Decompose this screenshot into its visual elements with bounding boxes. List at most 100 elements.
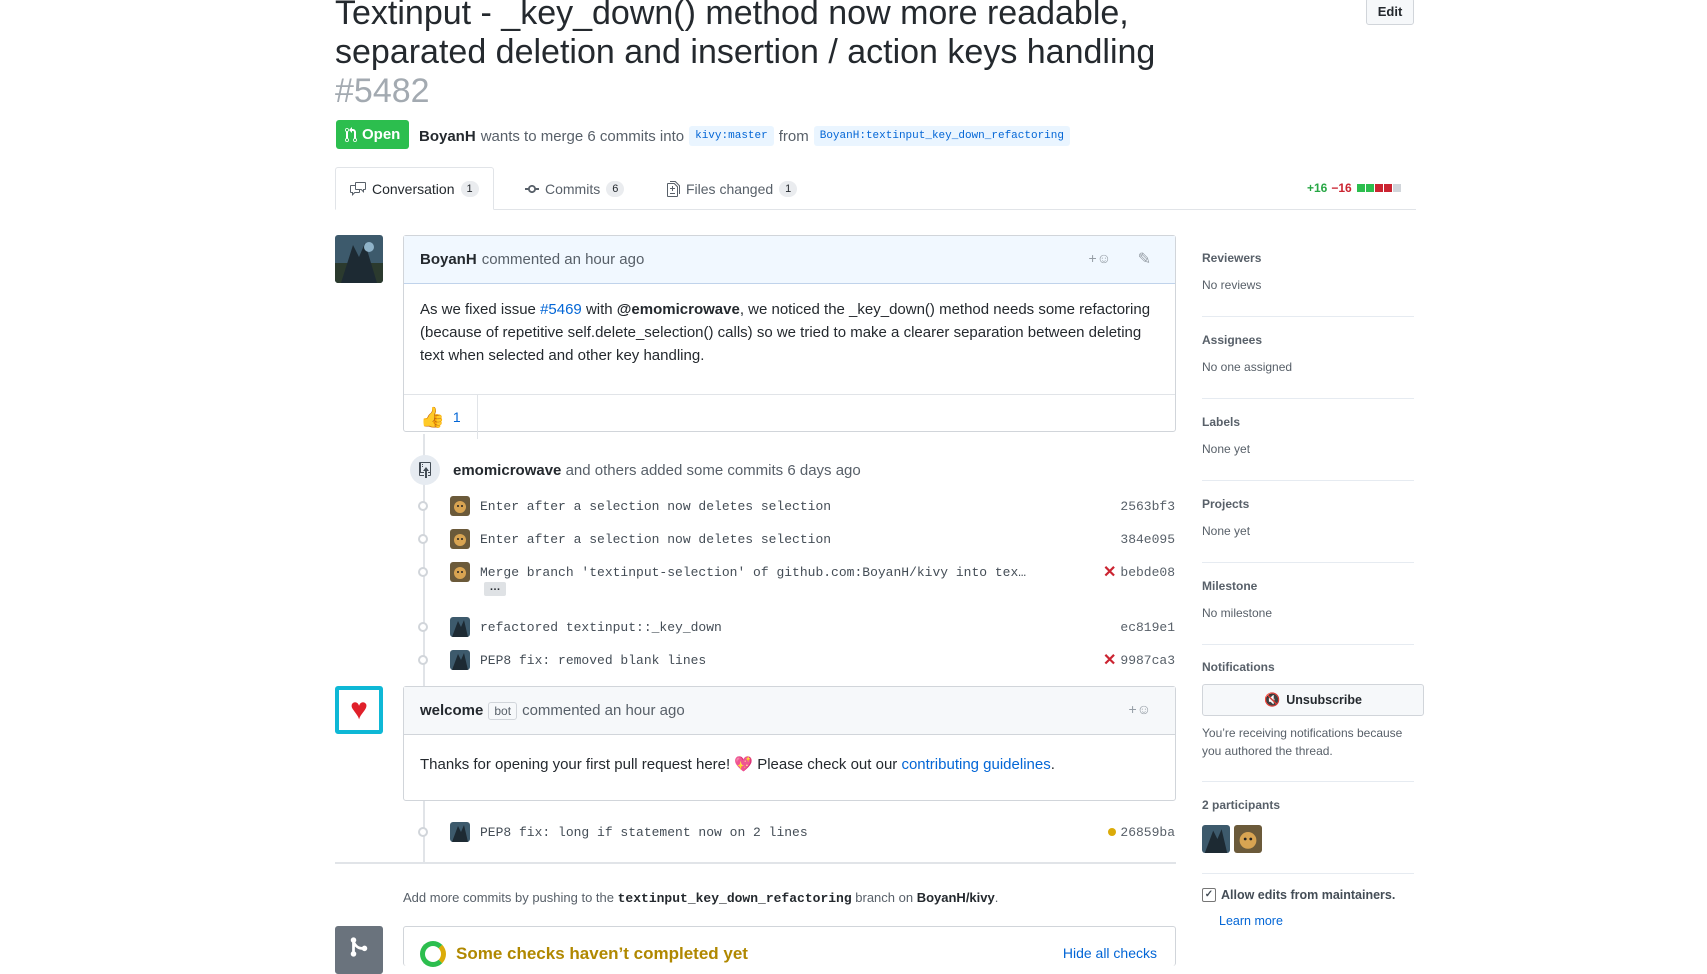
commit-sha[interactable]: ✕ bebde08 xyxy=(1103,562,1175,582)
add-reaction-icon[interactable]: +☺ xyxy=(1129,701,1151,717)
avatar-boyanh[interactable] xyxy=(1202,825,1230,853)
comment-body: Thanks for opening your first pull reque… xyxy=(404,735,1175,790)
comment-text: with xyxy=(581,301,617,318)
tab-commits[interactable]: Commits 6 xyxy=(511,167,638,210)
contributing-guidelines-link[interactable]: contributing guidelines xyxy=(901,756,1050,773)
commit-message[interactable]: PEP8 fix: long if statement now on 2 lin… xyxy=(480,825,808,840)
notifications-reason: You’re receiving notifications because y… xyxy=(1202,726,1403,758)
edit-button[interactable]: Edit xyxy=(1366,0,1414,25)
base-ref[interactable]: kivy:master xyxy=(689,126,774,146)
comment-discussion-icon xyxy=(350,181,366,196)
avatar-boyanh[interactable] xyxy=(450,822,470,842)
comment-text: . xyxy=(1050,756,1055,773)
comment-text: As we fixed issue xyxy=(420,301,541,318)
tab-counter: 1 xyxy=(779,180,798,197)
avatar-boyanh[interactable] xyxy=(335,235,383,283)
commit-dot-icon xyxy=(418,567,428,577)
sidebar-participants: 2 participants xyxy=(1202,798,1414,874)
expand-commit-message-button[interactable]: … xyxy=(484,582,506,596)
tab-conversation[interactable]: Conversation 1 xyxy=(335,167,494,210)
hide-all-checks-link[interactable]: Hide all checks xyxy=(1063,945,1157,961)
sha-text[interactable]: 26859ba xyxy=(1120,825,1175,840)
pending-status-icon[interactable] xyxy=(1108,828,1117,836)
avatar-doge[interactable] xyxy=(450,562,470,582)
sidebar-labels: Labels None yet xyxy=(1202,415,1414,481)
reaction-thumbsup[interactable]: 👍 1 xyxy=(404,395,478,439)
sidebar-notifications: Notifications 🔇 Unsubscribe You’re recei… xyxy=(1202,660,1424,782)
tab-files-changed[interactable]: Files changed 1 xyxy=(653,167,811,210)
from-text: from xyxy=(778,127,809,145)
assignees-value: No one assigned xyxy=(1202,360,1293,374)
sidebar-milestone: Milestone No milestone xyxy=(1202,579,1414,645)
commit-sha[interactable]: 26859ba xyxy=(1108,825,1175,840)
sha-text[interactable]: bebde08 xyxy=(1120,565,1175,580)
sha-text[interactable]: 384e095 xyxy=(1120,532,1175,547)
commit-sha[interactable]: ec819e1 xyxy=(1120,620,1175,635)
commit-group-header: emomicrowave and others added some commi… xyxy=(453,462,861,479)
commit-row: Enter after a selection now deletes sele… xyxy=(415,492,1175,520)
sparkling-heart-icon: 💖 xyxy=(734,756,754,773)
commit-message[interactable]: Enter after a selection now deletes sele… xyxy=(480,532,831,547)
comment-body: As we fixed issue #5469 with @emomicrowa… xyxy=(404,284,1175,394)
comment-timestamp[interactable]: commented an hour ago xyxy=(522,702,685,719)
avatar-welcome-bot[interactable]: ♥ xyxy=(335,686,383,734)
repo-push-icon xyxy=(410,455,440,485)
unsubscribe-button[interactable]: 🔇 Unsubscribe xyxy=(1202,684,1424,716)
git-merge-icon xyxy=(335,926,383,974)
allow-edits-row: ✓ Allow edits from maintainers. xyxy=(1202,888,1395,902)
avatar-doge[interactable] xyxy=(450,529,470,549)
pr-author-link[interactable]: BoyanH xyxy=(419,128,476,145)
reaction-count: 1 xyxy=(452,409,461,425)
sha-text[interactable]: 9987ca3 xyxy=(1120,653,1175,668)
commit-sha[interactable]: 2563bf3 xyxy=(1120,499,1175,514)
avatar-boyanh[interactable] xyxy=(450,617,470,637)
notifications-heading: Notifications xyxy=(1202,660,1275,674)
avatar-doge[interactable] xyxy=(450,496,470,516)
reviewers-heading[interactable]: Reviewers xyxy=(1202,251,1414,265)
user-mention[interactable]: @emomicrowave xyxy=(617,301,740,318)
tab-counter: 1 xyxy=(460,180,479,197)
repo-link[interactable]: BoyanH/kivy xyxy=(917,890,995,905)
comment-author[interactable]: welcome xyxy=(420,702,483,719)
hint-text: . xyxy=(994,890,999,905)
branch-name: textinput_key_down_refactoring xyxy=(617,891,852,906)
labels-heading[interactable]: Labels xyxy=(1202,415,1414,429)
unsubscribe-label: Unsubscribe xyxy=(1286,693,1362,707)
avatar-emomicrowave[interactable] xyxy=(1234,825,1262,853)
commit-sha[interactable]: ✕ 9987ca3 xyxy=(1103,650,1175,670)
commit-message[interactable]: PEP8 fix: removed blank lines xyxy=(480,653,706,668)
sha-text[interactable]: 2563bf3 xyxy=(1120,499,1175,514)
head-ref[interactable]: BoyanH:textinput_key_down_refactoring xyxy=(813,126,1070,146)
sha-text[interactable]: ec819e1 xyxy=(1120,620,1175,635)
comment-timestamp[interactable]: commented an hour ago xyxy=(482,251,645,268)
commit-message[interactable]: refactored textinput::_key_down xyxy=(480,620,722,635)
sidebar-projects: Projects None yet xyxy=(1202,497,1414,563)
comment-author[interactable]: BoyanH xyxy=(420,251,477,268)
git-pull-request-icon xyxy=(345,126,357,142)
pencil-icon[interactable]: ✎ xyxy=(1138,249,1151,269)
avatar-boyanh[interactable] xyxy=(450,650,470,670)
issue-link[interactable]: #5469 xyxy=(540,301,582,318)
x-failure-icon[interactable]: ✕ xyxy=(1103,562,1116,582)
commit-message[interactable]: Enter after a selection now deletes sele… xyxy=(480,499,831,514)
add-reaction-icon[interactable]: +☺ xyxy=(1089,250,1111,266)
sidebar-assignees: Assignees No one assigned xyxy=(1202,333,1414,399)
commit-message[interactable]: Merge branch 'textinput-selection' of gi… xyxy=(480,565,1026,580)
commit-group-actor[interactable]: emomicrowave xyxy=(453,462,561,479)
state-label: Open xyxy=(362,126,401,143)
comment-text: Thanks for opening your first pull reque… xyxy=(420,756,735,773)
commit-dot-icon xyxy=(418,827,428,837)
milestone-heading[interactable]: Milestone xyxy=(1202,579,1414,593)
comment-header: welcome bot commented an hour ago +☺ xyxy=(404,687,1175,735)
assignees-heading[interactable]: Assignees xyxy=(1202,333,1414,347)
commit-sha[interactable]: 384e095 xyxy=(1120,532,1175,547)
x-failure-icon[interactable]: ✕ xyxy=(1103,650,1116,670)
additions-count: +16 xyxy=(1307,181,1328,195)
projects-heading[interactable]: Projects xyxy=(1202,497,1414,511)
commit-dot-icon xyxy=(418,501,428,511)
mute-icon: 🔇 xyxy=(1264,692,1281,707)
learn-more-link[interactable]: Learn more xyxy=(1219,914,1283,928)
diffstat-bar xyxy=(1356,181,1401,195)
allow-edits-label[interactable]: Allow edits from maintainers. xyxy=(1221,888,1395,902)
allow-edits-checkbox[interactable]: ✓ xyxy=(1202,888,1216,902)
